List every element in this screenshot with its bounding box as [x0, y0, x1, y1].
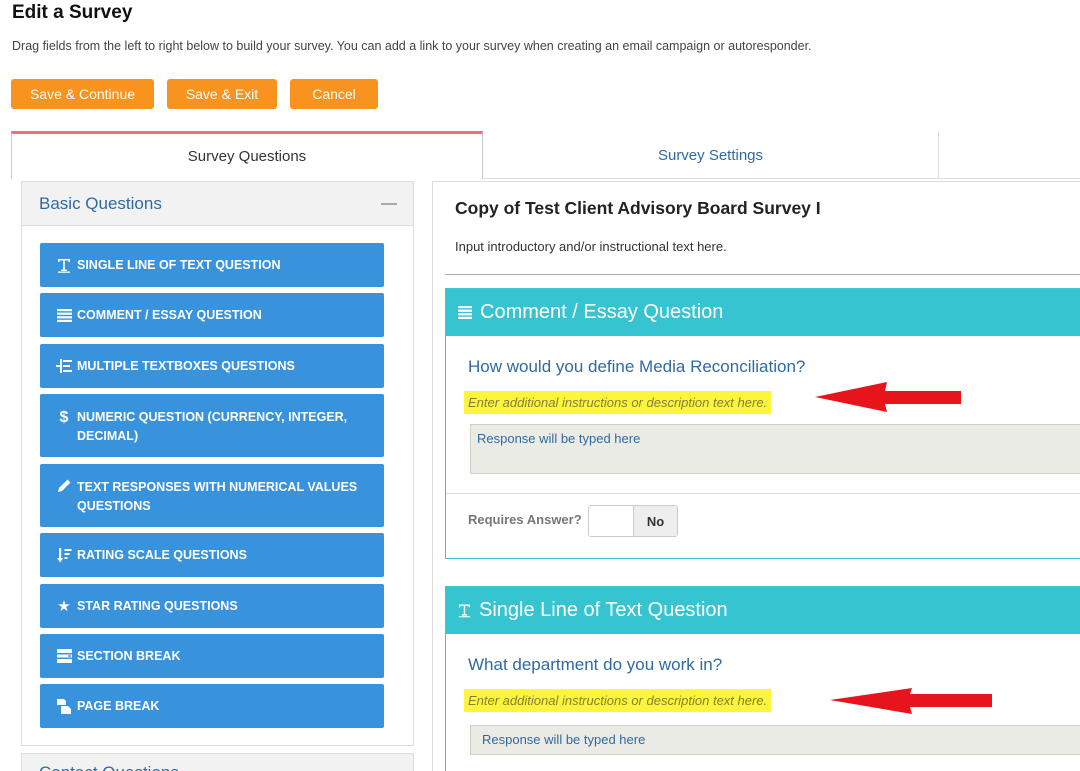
toggle-value: No	[633, 506, 677, 536]
response-field[interactable]: Response will be typed here	[470, 725, 1080, 755]
page-title: Edit a Survey	[12, 2, 133, 23]
question-type-label: Text Responses with Numerical Values Que…	[77, 480, 358, 513]
response-field[interactable]: Response will be typed here	[470, 424, 1080, 474]
question-type-label: Page Break	[77, 698, 160, 713]
page-break-button[interactable]: Page Break	[40, 684, 384, 728]
survey-title[interactable]: Copy of Test Client Advisory Board Surve…	[455, 198, 821, 219]
requires-answer-row: Requires Answer? No	[446, 493, 1080, 559]
pencil-icon	[52, 478, 76, 493]
text-icon	[52, 258, 76, 273]
question-text[interactable]: How would you define Media Reconciliatio…	[468, 357, 805, 377]
question-card-type: Comment / Essay Question	[480, 301, 724, 323]
requires-answer-label: Requires Answer?	[468, 512, 582, 527]
survey-builder-area: Copy of Test Client Advisory Board Surve…	[432, 181, 1080, 771]
text-responses-numerical-values-button[interactable]: Text Responses with Numerical Values Que…	[40, 464, 384, 527]
question-card-header: Single Line of Text Question	[446, 587, 1080, 634]
basic-questions-header[interactable]: Basic Questions	[22, 182, 413, 226]
sort-icon	[52, 547, 76, 563]
dollar-icon: $	[59, 409, 69, 426]
question-instructions[interactable]: Enter additional instructions or descrip…	[464, 689, 772, 712]
annotation-arrow-icon	[830, 688, 992, 714]
multiple-textboxes-question-button[interactable]: Multiple Textboxes Questions	[40, 344, 384, 388]
requires-answer-toggle[interactable]: No	[588, 505, 678, 537]
question-card-type: Single Line of Text Question	[479, 599, 728, 621]
question-card-comment-essay[interactable]: Comment / Essay Question How would you d…	[445, 288, 1080, 559]
question-type-label: Rating Scale Questions	[77, 547, 247, 562]
question-type-label: Star Rating Questions	[77, 598, 238, 613]
section-icon	[52, 649, 76, 663]
star-icon: ★	[57, 597, 71, 615]
single-line-text-question-button[interactable]: Single Line of Text Question	[40, 243, 384, 287]
star-rating-question-button[interactable]: ★ Star Rating Questions	[40, 584, 384, 628]
text-icon	[458, 603, 471, 618]
lines-icon	[52, 308, 76, 322]
page-break-icon	[52, 698, 76, 714]
contact-questions-header[interactable]: Contact Questions	[21, 753, 414, 771]
basic-questions-panel: Basic Questions Single Line of Text Ques…	[21, 181, 414, 746]
rating-scale-question-button[interactable]: Rating Scale Questions	[40, 533, 384, 577]
save-exit-button[interactable]: Save & Exit	[167, 79, 277, 109]
tab-survey-settings[interactable]: Survey Settings	[483, 131, 939, 179]
tab-bar: Survey Questions Survey Settings	[11, 131, 1080, 179]
survey-intro-text[interactable]: Input introductory and/or instructional …	[455, 239, 727, 254]
save-continue-button[interactable]: Save & Continue	[11, 79, 154, 109]
comment-essay-question-button[interactable]: Comment / Essay Question	[40, 293, 384, 337]
lines-icon	[458, 306, 472, 319]
section-break-button[interactable]: Section Break	[40, 634, 384, 678]
basic-questions-title: Basic Questions	[39, 193, 162, 213]
collapse-icon[interactable]	[381, 202, 397, 205]
question-instructions[interactable]: Enter additional instructions or descrip…	[464, 391, 772, 414]
cancel-button[interactable]: Cancel	[290, 79, 378, 109]
question-type-label: Single Line of Text Question	[77, 257, 281, 272]
annotation-arrow-icon	[815, 382, 961, 412]
question-type-label: Section Break	[77, 648, 181, 663]
question-card-header: Comment / Essay Question	[446, 289, 1080, 336]
question-type-label: Multiple Textboxes Questions	[77, 358, 295, 373]
question-type-label: Comment / Essay Question	[77, 307, 262, 322]
contact-questions-title: Contact Questions	[39, 763, 179, 771]
numeric-question-button[interactable]: $ Numeric Question (Currency, Integer, D…	[40, 394, 384, 457]
page-description: Drag fields from the left to right below…	[12, 39, 812, 53]
divider	[445, 274, 1080, 275]
textboxes-icon	[52, 359, 76, 373]
question-type-label: Numeric Question (Currency, Integer, Dec…	[77, 410, 348, 443]
tab-survey-questions[interactable]: Survey Questions	[11, 131, 483, 179]
question-text[interactable]: What department do you work in?	[468, 655, 722, 675]
question-card-single-line[interactable]: Single Line of Text Question What depart…	[445, 586, 1080, 771]
